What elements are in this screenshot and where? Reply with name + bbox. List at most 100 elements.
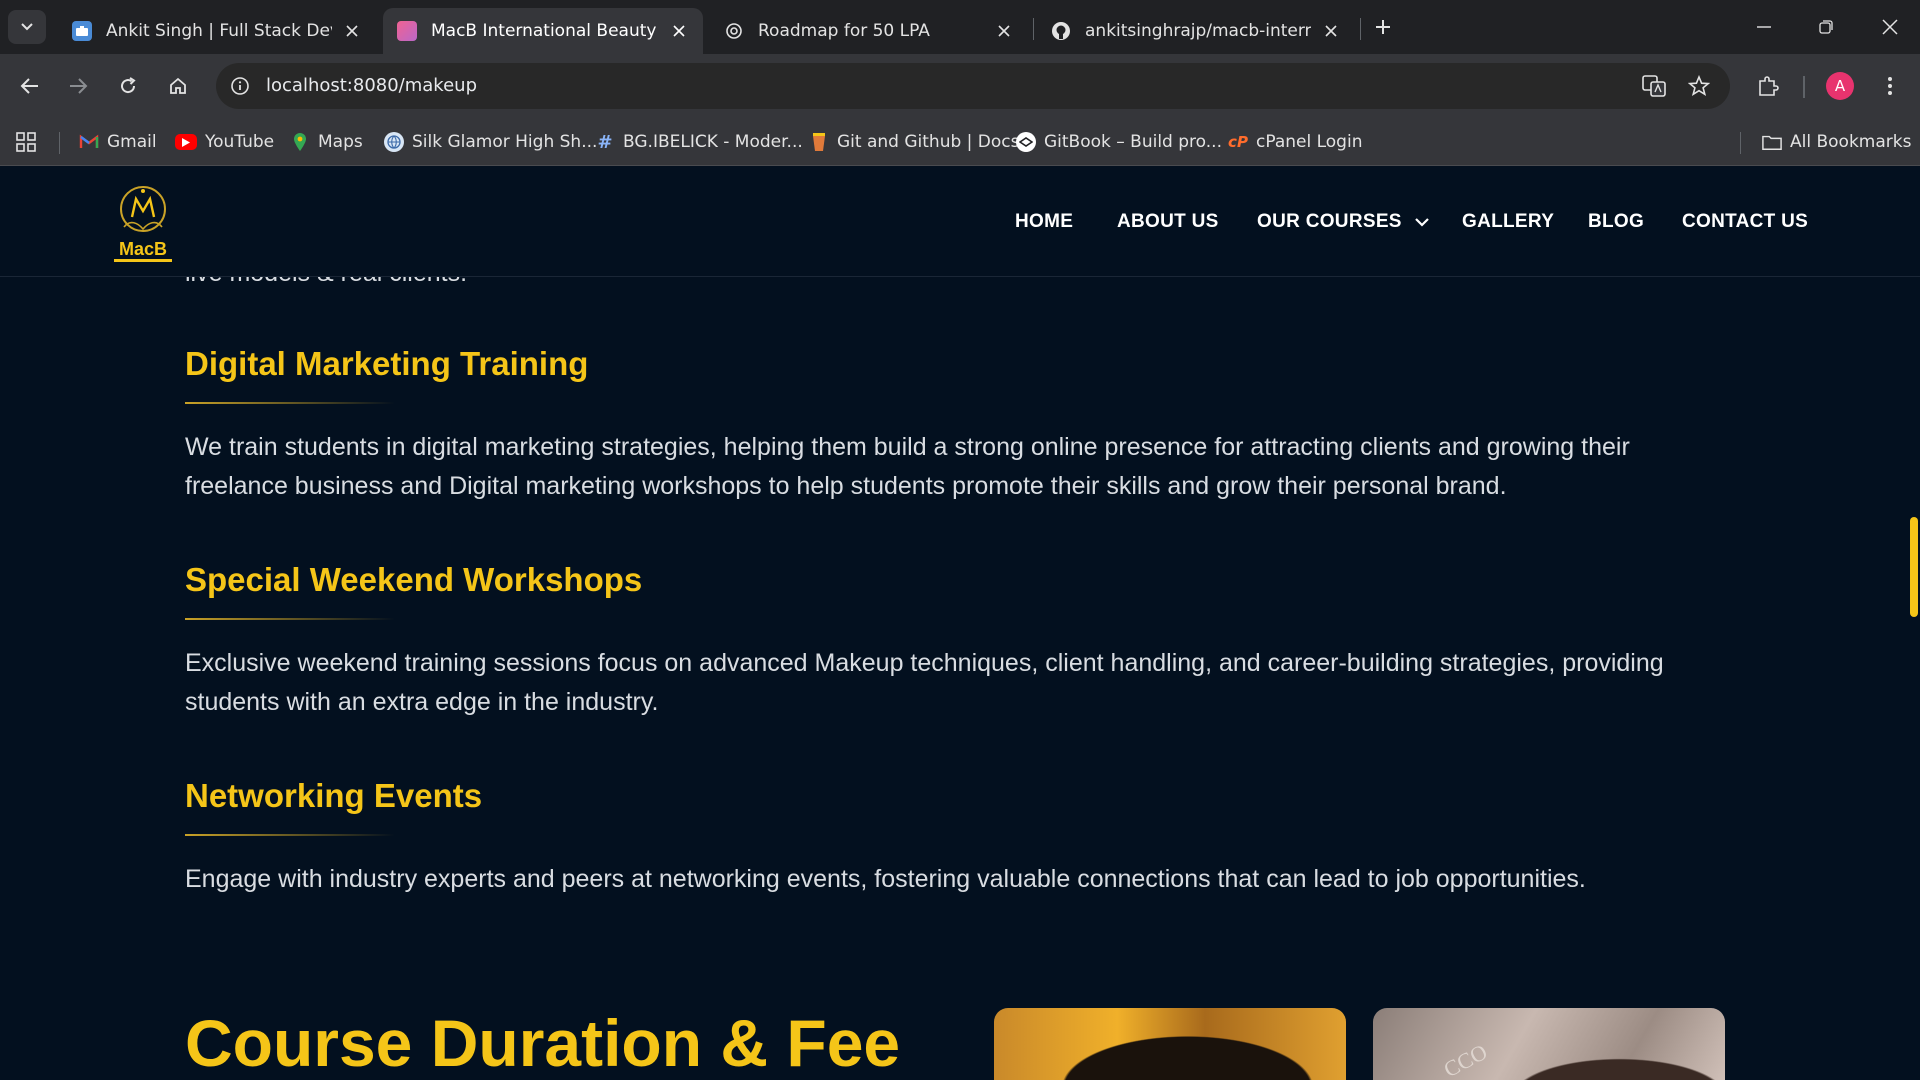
nav-blog[interactable]: BLOG <box>1588 209 1644 235</box>
all-bookmarks-label: All Bookmarks <box>1790 132 1912 152</box>
cpanel-icon: cP <box>1228 133 1248 151</box>
chevron-down-icon <box>1414 218 1429 227</box>
tab-github[interactable]: ankitsinghrajp/macb-internatio <box>1037 8 1355 54</box>
arrow-left-icon <box>20 78 38 94</box>
bookmark-git-docs[interactable]: Git and Github | Docs <box>809 128 1019 156</box>
close-icon[interactable] <box>994 21 1014 41</box>
scrollbar-thumb[interactable] <box>1910 517 1918 617</box>
bookmark-label: cPanel Login <box>1256 132 1363 152</box>
briefcase-icon <box>72 21 92 41</box>
browser-toolbar: localhost:8080/makeup A <box>0 54 1920 118</box>
nav-contact-us[interactable]: CONTACT US <box>1682 209 1808 235</box>
bookmark-maps[interactable]: Maps <box>290 128 363 156</box>
tab-strip: Ankit Singh | Full Stack Develop MacB In… <box>0 0 1920 54</box>
close-icon[interactable] <box>342 21 362 41</box>
extensions-button[interactable] <box>1750 68 1786 104</box>
section-body: Exclusive weekend training sessions focu… <box>185 649 1664 716</box>
home-icon <box>170 77 186 94</box>
site-info-icon[interactable] <box>228 74 252 98</box>
bookmark-label: Maps <box>318 132 363 152</box>
close-icon[interactable] <box>1321 21 1341 41</box>
reload-button[interactable] <box>110 68 146 104</box>
bookmark-star-icon[interactable] <box>1685 72 1713 100</box>
nav-our-courses-label: OUR COURSES <box>1257 211 1402 232</box>
tab-separator <box>1360 18 1361 40</box>
nav-our-courses[interactable]: OUR COURSES <box>1257 209 1430 235</box>
home-button[interactable] <box>160 68 196 104</box>
apps-grid-icon <box>16 132 36 152</box>
all-bookmarks-button[interactable]: All Bookmarks <box>1762 128 1911 156</box>
bookmark-gmail[interactable]: Gmail <box>79 128 157 156</box>
bookmark-silk-glamor[interactable]: Silk Glamor High Sh... <box>384 128 597 156</box>
close-icon <box>1882 19 1898 35</box>
tab-search-button[interactable] <box>8 10 46 44</box>
tab-title: ankitsinghrajp/macb-internatio <box>1085 21 1311 41</box>
section-title: Digital Marketing Training <box>185 345 589 382</box>
bookmarks-bar: Gmail YouTube Maps Silk Glamor High Sh..… <box>0 118 1920 166</box>
gmail-icon <box>79 132 99 152</box>
nav-gallery[interactable]: GALLERY <box>1462 209 1554 235</box>
forward-button[interactable] <box>60 68 96 104</box>
new-tab-button[interactable] <box>1370 14 1396 40</box>
site-header: MacB HOME ABOUT US OUR COURSES GALLERY B… <box>0 167 1920 277</box>
tab-portfolio[interactable]: Ankit Singh | Full Stack Develop <box>58 8 376 54</box>
back-button[interactable] <box>12 68 48 104</box>
restore-icon <box>1819 20 1833 34</box>
translate-icon[interactable] <box>1640 72 1668 100</box>
apps-button[interactable] <box>16 128 36 156</box>
logo-underline <box>114 259 172 262</box>
tab-title: Roadmap for 50 LPA <box>758 21 930 41</box>
reload-icon <box>121 77 136 94</box>
section-body: Engage with industry experts and peers a… <box>185 865 1586 893</box>
restore-button[interactable] <box>1806 12 1846 42</box>
profile-button[interactable]: A <box>1822 68 1858 104</box>
plus-icon <box>1376 20 1390 34</box>
nav-about-us[interactable]: ABOUT US <box>1117 209 1219 235</box>
section-title: Networking Events <box>185 777 483 814</box>
nav-home[interactable]: HOME <box>1015 209 1073 235</box>
bookmark-label: YouTube <box>205 132 275 152</box>
bookmark-label: Git and Github | Docs <box>837 132 1020 152</box>
menu-button[interactable] <box>1872 68 1908 104</box>
section-title: Special Weekend Workshops <box>185 561 643 598</box>
gitbook-icon <box>1016 132 1036 152</box>
bookmark-label: GitBook – Build pro... <box>1044 132 1222 152</box>
logo-wordmark: MacB <box>118 239 167 259</box>
minimize-button[interactable] <box>1744 12 1784 42</box>
makeup-brush-photo: CCO <box>1373 1008 1725 1080</box>
folder-icon <box>1762 132 1782 152</box>
arrow-right-icon <box>70 78 88 94</box>
bookmark-label: Silk Glamor High Sh... <box>412 132 598 152</box>
bookmark-ibelick[interactable]: # BG.IBELICK - Moder... <box>595 128 802 156</box>
bookmarks-separator <box>1740 132 1741 154</box>
brush-label-text: CCO <box>1439 1038 1492 1080</box>
avatar: A <box>1826 72 1854 100</box>
tab-separator <box>1033 18 1034 40</box>
tab-macb[interactable]: MacB International Beauty of Sc <box>383 8 703 54</box>
maps-icon <box>290 132 310 152</box>
tab-roadmap[interactable]: Roadmap for 50 LPA <box>710 8 1028 54</box>
macb-logo-emblem <box>120 186 166 232</box>
openai-icon <box>724 21 744 41</box>
close-icon[interactable] <box>669 21 689 41</box>
bookmark-cpanel[interactable]: cP cPanel Login <box>1228 128 1362 156</box>
bookmark-youtube[interactable]: YouTube <box>175 128 274 156</box>
cup-icon <box>809 132 829 152</box>
close-window-button[interactable] <box>1870 12 1910 42</box>
chevron-down-icon <box>21 23 33 31</box>
page-viewport: live models & real clients. MacB HOME AB… <box>0 167 1920 1080</box>
github-icon <box>1051 21 1071 41</box>
section-body: We train students in digital marketing s… <box>185 433 1630 500</box>
bookmark-label: Gmail <box>107 132 157 152</box>
hash-icon: # <box>597 131 613 153</box>
section-underline <box>185 402 395 404</box>
url-text[interactable]: localhost:8080/makeup <box>266 75 477 96</box>
bookmarks-separator <box>59 132 60 154</box>
bookmark-gitbook[interactable]: GitBook – Build pro... <box>1016 128 1222 156</box>
section-underline <box>185 834 395 836</box>
address-bar[interactable]: localhost:8080/makeup <box>216 63 1730 109</box>
globe-icon <box>384 132 404 152</box>
site-logo[interactable]: MacB <box>110 183 176 262</box>
makeup-photo <box>994 1008 1346 1080</box>
tab-title: MacB International Beauty of Sc <box>431 21 659 41</box>
